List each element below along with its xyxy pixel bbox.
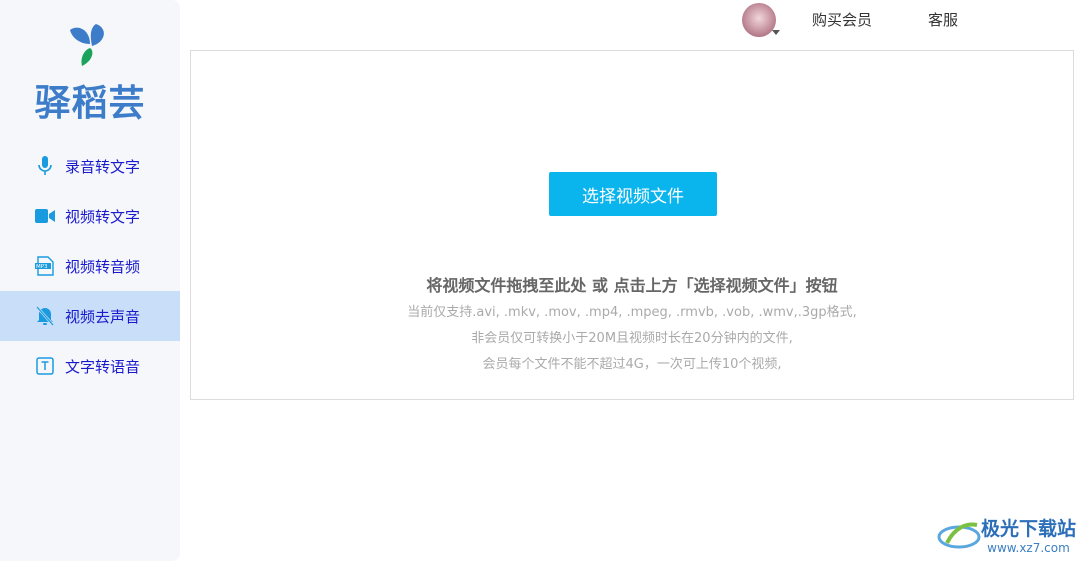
- caret-down-icon[interactable]: [772, 30, 780, 35]
- video-camera-icon: [35, 206, 55, 226]
- sidebar-item-text-to-speech[interactable]: 文字转语音: [0, 341, 180, 391]
- buy-member-link[interactable]: 购买会员: [812, 9, 872, 30]
- sidebar-item-label: 文字转语音: [65, 357, 141, 376]
- sidebar-item-video-to-audio[interactable]: MP3 视频转音频: [0, 241, 180, 291]
- top-bar: 购买会员 客服: [180, 0, 1084, 42]
- select-video-button[interactable]: 选择视频文件: [549, 172, 717, 216]
- sidebar-item-video-to-text[interactable]: 视频转文字: [0, 191, 180, 241]
- bell-off-icon: [35, 306, 55, 326]
- brand-name: 驿稻芸: [34, 83, 146, 124]
- mp3-file-icon: MP3: [35, 256, 55, 276]
- member-limit-hint: 会员每个文件不能不超过4G，一次可上传10个视频,: [482, 357, 782, 372]
- drag-hint: 将视频文件拖拽至此处 或 点击上方「选择视频文件」按钮: [426, 276, 838, 295]
- watermark: 极光下载站 www.xz7.com: [937, 514, 1076, 555]
- sidebar-nav: 录音转文字 视频转文字 MP3 视频转音频 视频去声音 文字转语音: [0, 141, 180, 391]
- microphone-icon: [35, 156, 55, 176]
- text-box-icon: [35, 356, 55, 376]
- sidebar-item-label: 视频转音频: [65, 257, 141, 276]
- watermark-name: 极光下载站: [980, 518, 1076, 540]
- sidebar-item-label: 视频去声音: [65, 307, 141, 326]
- format-hint: 当前仅支持.avi, .mkv, .mov, .mp4, .mpeg, .rmv…: [407, 305, 857, 320]
- sidebar-item-audio-to-text[interactable]: 录音转文字: [0, 141, 180, 191]
- svg-text:MP3: MP3: [36, 264, 48, 270]
- leaf-logo-icon: [70, 24, 104, 66]
- sidebar-item-label: 视频转文字: [65, 207, 141, 226]
- app-logo: 驿稻芸: [0, 22, 180, 126]
- watermark-logo-icon: [937, 522, 981, 548]
- sidebar-item-label: 录音转文字: [65, 157, 141, 176]
- watermark-url: www.xz7.com: [987, 541, 1070, 555]
- file-drop-zone[interactable]: 选择视频文件 将视频文件拖拽至此处 或 点击上方「选择视频文件」按钮 当前仅支持…: [190, 50, 1074, 400]
- free-limit-hint: 非会员仅可转换小于20M且视频时长在20分钟内的文件,: [471, 331, 793, 346]
- sidebar-item-remove-audio[interactable]: 视频去声音: [0, 291, 180, 341]
- user-avatar[interactable]: [742, 3, 776, 37]
- customer-service-link[interactable]: 客服: [928, 9, 958, 30]
- sidebar: 驿稻芸 录音转文字 视频转文字 MP3 视频转音频 视频去声音 文字转语音: [0, 0, 180, 561]
